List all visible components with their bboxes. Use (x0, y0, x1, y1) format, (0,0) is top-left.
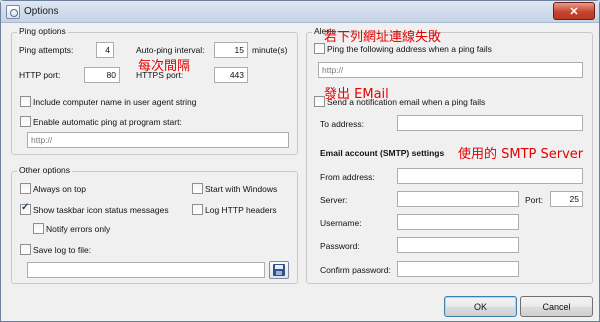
username-field[interactable] (397, 214, 519, 230)
server-field[interactable] (397, 191, 519, 207)
http-port-label: HTTP port: (19, 70, 61, 80)
app-icon (6, 5, 20, 19)
confirm-password-label: Confirm password: (320, 265, 391, 275)
floppy-disk-icon (273, 264, 285, 276)
save-log-label: Save log to file: (33, 245, 92, 255)
to-address-field[interactable] (397, 115, 583, 131)
options-window: Options ✕ Ping options Ping attempts: 4 … (0, 0, 600, 322)
enable-auto-ping-checkbox[interactable] (20, 116, 31, 127)
taskbar-status-label: Show taskbar icon status messages (33, 205, 169, 215)
include-computer-name-label: Include computer name in user agent stri… (33, 97, 197, 107)
https-port-label: HTTPS port: (136, 70, 184, 80)
auto-ping-url-field[interactable]: http:// (27, 132, 289, 148)
notify-errors-only-label: Notify errors only (46, 224, 111, 234)
https-port-field[interactable]: 443 (214, 67, 248, 83)
auto-ping-interval-field[interactable]: 15 (214, 42, 248, 58)
browse-log-button[interactable] (269, 261, 289, 279)
save-log-checkbox[interactable] (20, 244, 31, 255)
username-label: Username: (320, 218, 362, 228)
port-field[interactable]: 25 (550, 191, 583, 207)
taskbar-status-checkbox[interactable] (20, 202, 31, 215)
other-options-title: Other options (17, 165, 73, 175)
title-bar[interactable]: Options ✕ (1, 1, 599, 23)
start-with-windows-checkbox[interactable] (192, 183, 203, 194)
ping-attempts-label: Ping attempts: (19, 45, 74, 55)
annotation-ping-fail: 若下列網址連線失敗 (324, 30, 442, 45)
cancel-button[interactable]: Cancel (520, 296, 593, 317)
include-computer-name-checkbox[interactable] (20, 96, 31, 107)
ping-options-group: Ping options Ping attempts: 4 Auto-ping … (11, 26, 298, 155)
close-icon: ✕ (569, 5, 579, 18)
window-title: Options (24, 6, 59, 17)
ping-fail-url-field[interactable]: http:// (318, 62, 583, 78)
port-label: Port: (525, 195, 543, 205)
ok-button[interactable]: OK (444, 296, 517, 317)
from-address-field[interactable] (397, 168, 583, 184)
ping-attempts-field[interactable]: 4 (96, 42, 114, 58)
always-on-top-checkbox[interactable] (20, 183, 31, 194)
save-log-path-field[interactable] (27, 262, 265, 278)
password-label: Password: (320, 241, 360, 251)
ping-fail-checkbox[interactable] (314, 43, 325, 54)
notify-email-checkbox[interactable] (314, 96, 325, 107)
annotation-smtp: 使用的 SMTP Server (458, 147, 584, 162)
confirm-password-field[interactable] (397, 261, 519, 277)
alerts-group: Alerts 若下列網址連線失敗 Ping the following addr… (306, 26, 593, 284)
ping-options-title: Ping options (17, 26, 68, 36)
always-on-top-label: Always on top (33, 184, 86, 194)
start-with-windows-label: Start with Windows (205, 184, 278, 194)
log-http-headers-checkbox[interactable] (192, 204, 203, 215)
notify-errors-only-checkbox[interactable] (33, 223, 44, 234)
auto-ping-interval-label: Auto-ping interval: (136, 45, 205, 55)
close-button[interactable]: ✕ (553, 2, 595, 20)
interval-unit-label: minute(s) (252, 45, 288, 55)
other-options-group: Other options Always on top Start with W… (11, 165, 298, 284)
to-address-label: To address: (320, 119, 364, 129)
server-label: Server: (320, 195, 348, 205)
ping-fail-label: Ping the following address when a ping f… (327, 44, 492, 54)
notify-email-label: Send a notification email when a ping fa… (327, 97, 486, 107)
smtp-settings-heading: Email account (SMTP) settings (320, 148, 445, 158)
from-address-label: From address: (320, 172, 375, 182)
enable-auto-ping-label: Enable automatic ping at program start: (33, 117, 182, 127)
log-http-headers-label: Log HTTP headers (205, 205, 277, 215)
password-field[interactable] (397, 237, 519, 253)
http-port-field[interactable]: 80 (84, 67, 120, 83)
